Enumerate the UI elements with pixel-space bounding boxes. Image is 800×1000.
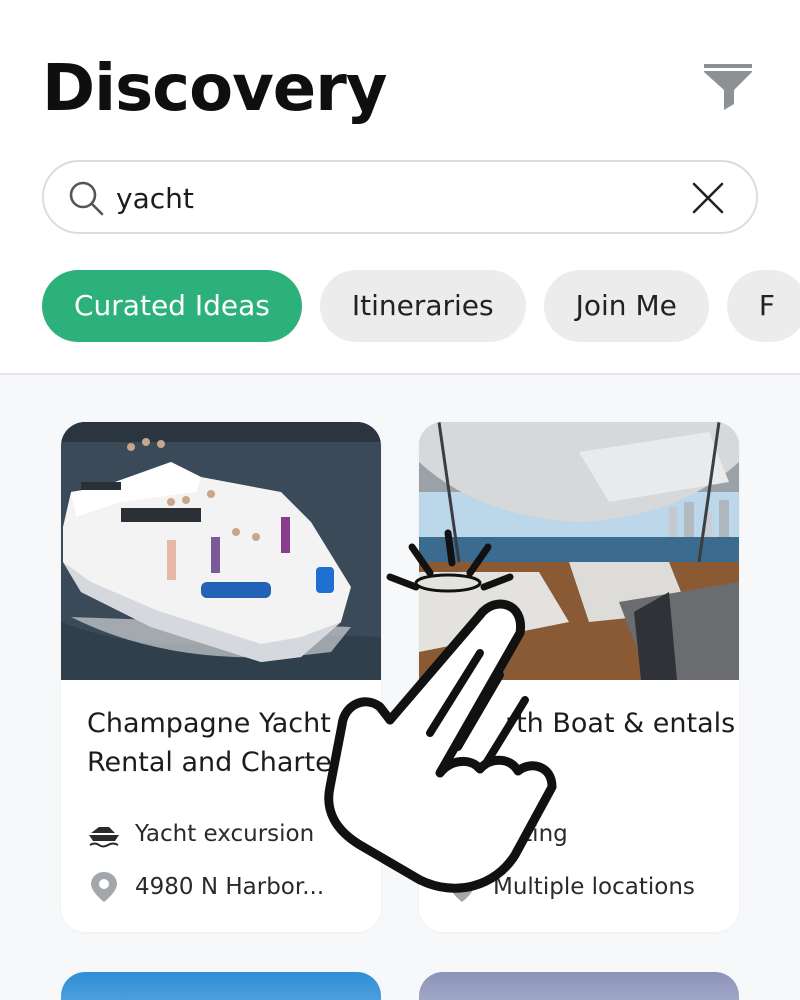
- card-category: Yacht excursion: [87, 816, 314, 852]
- search-input[interactable]: [116, 174, 676, 222]
- result-card[interactable]: [61, 972, 381, 1000]
- category-chips: Curated Ideas Itineraries Join Me F: [42, 270, 800, 342]
- chip-join-me[interactable]: Join Me: [543, 270, 709, 342]
- chip-more[interactable]: F: [726, 270, 800, 342]
- page-title: Discovery: [42, 52, 387, 126]
- result-card[interactable]: [419, 972, 739, 1000]
- boat-icon: [89, 827, 119, 848]
- tap-hand-icon: [324, 529, 557, 893]
- card-location-label: 4980 N Harbor...: [135, 874, 325, 900]
- chip-itineraries[interactable]: Itineraries: [319, 270, 526, 342]
- card-location: 4980 N Harbor...: [87, 869, 324, 905]
- location-pin-icon: [91, 872, 117, 902]
- close-icon[interactable]: [688, 178, 728, 218]
- search-bar[interactable]: [42, 160, 758, 234]
- filter-funnel-icon[interactable]: [702, 60, 754, 112]
- header: Discovery Curated IdeasItinerariesJoin M…: [0, 0, 800, 374]
- chip-curated-ideas[interactable]: Curated Ideas: [42, 270, 302, 342]
- card-category-label: Yacht excursion: [135, 821, 315, 847]
- search-icon: [69, 181, 104, 216]
